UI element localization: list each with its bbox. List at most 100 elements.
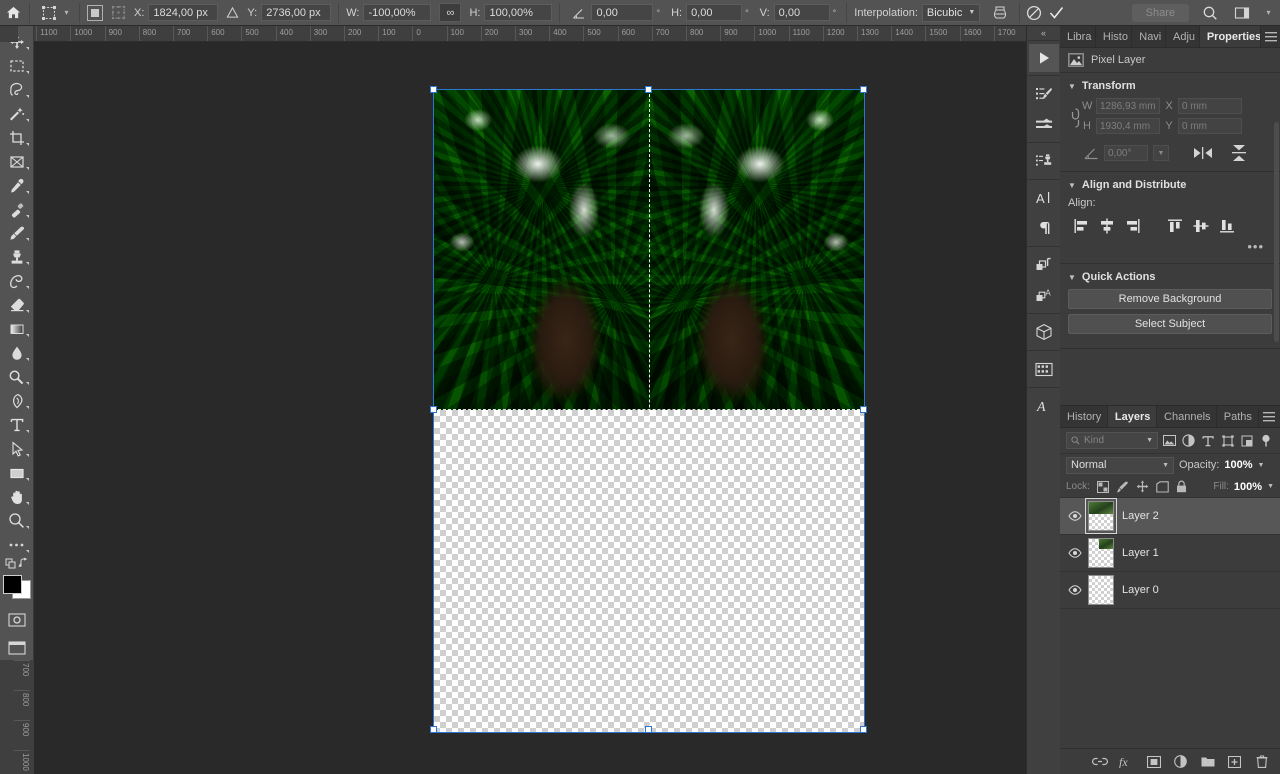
timeline-panel-button[interactable] <box>1029 354 1059 384</box>
width-input[interactable] <box>363 4 431 21</box>
layer-filter-kind-select[interactable]: Kind ▼ <box>1066 432 1158 449</box>
layer-comps-button[interactable] <box>1029 250 1059 280</box>
filter-pixel-layers-icon[interactable] <box>1162 432 1177 449</box>
rotation-input[interactable] <box>591 4 653 21</box>
fill-value[interactable]: 100% <box>1234 481 1262 493</box>
transform-x-input[interactable] <box>1178 98 1242 114</box>
new-layer-icon[interactable] <box>1226 753 1243 770</box>
tool-preset-picker[interactable]: ▾ <box>33 0 76 26</box>
brushes-panel-button[interactable] <box>1029 109 1059 139</box>
layer-row-layer-2[interactable]: Layer 2 <box>1060 498 1280 535</box>
chevron-down-icon[interactable]: ▼ <box>1267 483 1274 490</box>
filter-toggle-icon[interactable] <box>1259 432 1274 449</box>
play-actions-button[interactable] <box>1029 44 1059 72</box>
transform-handle-bottom-center[interactable] <box>645 726 652 733</box>
more-options-ellipsis-icon[interactable]: ••• <box>1068 239 1272 254</box>
object-selection-tool[interactable] <box>2 102 32 126</box>
lock-transparent-pixels-icon[interactable] <box>1097 481 1109 493</box>
transform-handle-middle-right[interactable] <box>860 406 867 413</box>
properties-scrollbar[interactable] <box>1274 122 1279 342</box>
pen-tool[interactable] <box>2 389 32 413</box>
interpolation-select[interactable]: Bicubic ▼ <box>922 4 980 22</box>
x-input[interactable] <box>148 4 218 21</box>
tab-libraries[interactable]: Libra <box>1060 26 1096 47</box>
reference-point-toggle[interactable] <box>83 0 107 26</box>
filter-type-layers-icon[interactable] <box>1201 432 1216 449</box>
screen-mode-button[interactable] <box>2 636 32 660</box>
transform-angle-input[interactable] <box>1104 145 1148 161</box>
layer-name[interactable]: Layer 0 <box>1122 584 1159 596</box>
quick-mask-button[interactable] <box>2 608 32 632</box>
clone-stamp-tool[interactable] <box>2 245 32 269</box>
new-group-icon[interactable] <box>1199 753 1216 770</box>
home-icon[interactable] <box>0 0 26 26</box>
layer-row-layer-0[interactable]: Layer 0 <box>1060 572 1280 609</box>
frame-tool[interactable] <box>2 150 32 174</box>
link-constrain-icon[interactable] <box>1068 107 1082 129</box>
crop-tool[interactable] <box>2 126 32 150</box>
filter-adjustment-layers-icon[interactable] <box>1181 432 1196 449</box>
select-subject-button[interactable]: Select Subject <box>1068 314 1272 334</box>
filter-smart-objects-icon[interactable] <box>1239 432 1254 449</box>
panel-menu-icon[interactable] <box>1259 406 1280 427</box>
tab-properties[interactable]: Properties <box>1200 26 1261 47</box>
transform-handle-middle-left[interactable] <box>430 406 437 413</box>
gradient-tool[interactable] <box>2 317 32 341</box>
skew-h-input[interactable] <box>686 4 742 21</box>
history-brush-tool[interactable] <box>2 269 32 293</box>
remove-background-button[interactable]: Remove Background <box>1068 289 1272 309</box>
chevron-down-icon[interactable]: ▼ <box>1258 462 1265 469</box>
document-canvas[interactable] <box>434 90 864 732</box>
color-swatches[interactable] <box>2 574 32 600</box>
opacity-value[interactable]: 100% <box>1224 459 1252 471</box>
layer-row-layer-1[interactable]: Layer 1 <box>1060 535 1280 572</box>
workspace-switcher-icon[interactable] <box>1231 2 1253 24</box>
blur-tool[interactable] <box>2 341 32 365</box>
link-wh-button[interactable]: ∞ <box>435 0 465 26</box>
tab-paths[interactable]: Paths <box>1217 406 1259 427</box>
eraser-tool[interactable] <box>2 293 32 317</box>
delta-icon[interactable] <box>222 0 243 26</box>
transform-h-input[interactable] <box>1096 118 1160 134</box>
canvas-area[interactable] <box>34 42 1026 774</box>
layer-thumbnail[interactable] <box>1088 501 1114 531</box>
layer-thumbnail[interactable] <box>1088 575 1114 605</box>
align-bottom-edges-icon[interactable] <box>1214 215 1240 237</box>
tab-history[interactable]: History <box>1060 406 1108 427</box>
layer-visibility-toggle[interactable] <box>1062 585 1088 595</box>
character-panel-button[interactable]: A <box>1029 183 1059 213</box>
reference-point-grid[interactable] <box>107 0 130 26</box>
layer-name[interactable]: Layer 2 <box>1122 510 1159 522</box>
horizontal-ruler[interactable]: 1200110010009008007006005004003002001000… <box>34 26 1026 42</box>
transform-handle-top-left[interactable] <box>430 86 437 93</box>
color-controls-mini[interactable] <box>2 557 32 571</box>
lock-all-icon[interactable] <box>1176 480 1187 493</box>
layer-thumbnail[interactable] <box>1088 538 1114 568</box>
align-right-edges-icon[interactable] <box>1120 215 1146 237</box>
character-styles-button[interactable]: A <box>1029 280 1059 310</box>
delete-layer-icon[interactable] <box>1253 753 1270 770</box>
path-selection-tool[interactable] <box>2 437 32 461</box>
share-button[interactable]: Share <box>1132 4 1189 22</box>
transform-y-input[interactable] <box>1178 118 1242 134</box>
glyphs-panel-button[interactable]: A <box>1029 391 1059 421</box>
warp-mode-button[interactable] <box>984 0 1016 26</box>
edit-toolbar-button[interactable] <box>2 533 32 557</box>
flip-vertical-icon[interactable] <box>1231 144 1247 162</box>
commit-transform-icon[interactable] <box>1045 2 1067 24</box>
align-top-edges-icon[interactable] <box>1162 215 1188 237</box>
zoom-tool[interactable] <box>2 509 32 533</box>
rectangle-tool[interactable] <box>2 461 32 485</box>
lock-image-pixels-icon[interactable] <box>1116 480 1129 493</box>
panel-menu-icon[interactable] <box>1261 26 1280 47</box>
brush-tool[interactable] <box>2 222 32 246</box>
chevron-down-icon[interactable]: ▾ <box>61 3 72 23</box>
transform-handle-bottom-right[interactable] <box>860 726 867 733</box>
transform-handle-bottom-left[interactable] <box>430 726 437 733</box>
rectangular-marquee-tool[interactable] <box>2 54 32 78</box>
tab-histogram[interactable]: Histo <box>1096 26 1132 47</box>
tab-adjustments[interactable]: Adju <box>1166 26 1200 47</box>
filter-shape-layers-icon[interactable] <box>1220 432 1235 449</box>
lock-position-icon[interactable] <box>1136 480 1149 493</box>
type-tool[interactable] <box>2 413 32 437</box>
